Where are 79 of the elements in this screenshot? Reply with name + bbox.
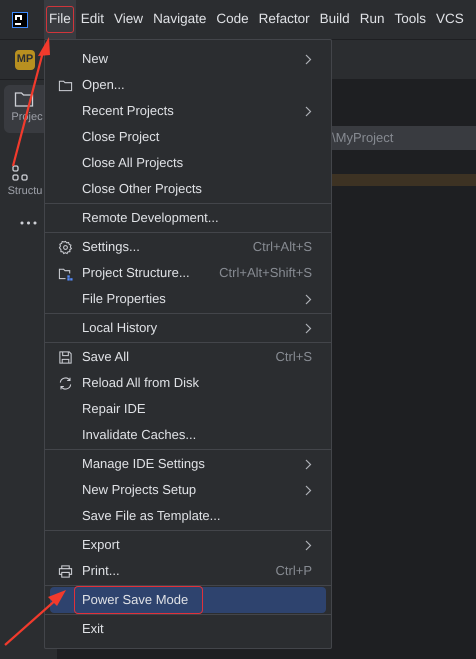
menu-item[interactable]: Save File as Template...: [50, 503, 326, 529]
menu-item-label: File Properties: [82, 290, 166, 308]
menu-item-label: Repair IDE: [82, 400, 146, 418]
menu-title: VCS: [434, 10, 465, 28]
menu-bar-item[interactable]: Navigate: [148, 0, 212, 39]
menu-item-label: Export: [82, 536, 120, 554]
menu-item[interactable]: Settings... Ctrl+Alt+S: [50, 234, 326, 260]
shortcut-text: Ctrl+Alt+S: [252, 238, 312, 256]
menu-item-label: Power Save Mode: [75, 587, 202, 613]
menu-bar-item[interactable]: Edit: [76, 0, 110, 39]
menu-item[interactable]: Print... Ctrl+P: [50, 558, 326, 584]
more-icon: [20, 221, 37, 225]
menu-item[interactable]: Save All Ctrl+S: [50, 344, 326, 370]
menu-bar-item[interactable]: Refactor: [254, 0, 315, 39]
menu-item[interactable]: Recent Projects: [50, 98, 326, 124]
menu-item-label: Save File as Template...: [82, 507, 220, 526]
project-badge: MP: [15, 50, 35, 70]
menu-item[interactable]: Remote Development...: [50, 205, 326, 231]
menu-item-label: Close All Projects: [82, 154, 184, 172]
menu-bar-item[interactable]: Run: [354, 0, 390, 39]
app-logo-icon: [12, 12, 28, 28]
structure-icon: [11, 164, 29, 182]
menu-item-label: Settings...: [82, 238, 140, 256]
menu-title: Edit: [80, 10, 106, 28]
menu-item[interactable]: Reload All from Disk: [50, 370, 326, 396]
tool-window-label: Structu: [8, 184, 42, 199]
menu-item-label: Remote Development...: [82, 209, 219, 228]
menu-item-label: New Projects Setup: [82, 481, 196, 500]
menu-item[interactable]: New Projects Setup: [50, 477, 326, 503]
menu-title: Navigate: [152, 10, 208, 28]
menu-title: Refactor: [258, 10, 311, 28]
menu-bar-item[interactable]: View: [109, 0, 148, 39]
menu-item[interactable]: Repair IDE: [50, 396, 326, 422]
menu-title: Tools: [393, 10, 427, 28]
printer-icon: [58, 564, 73, 578]
menu-item-label: Close Project: [82, 128, 160, 146]
menu-title: Run: [358, 10, 386, 28]
menu-item[interactable]: Open...: [50, 72, 326, 98]
reload-icon: [58, 376, 73, 390]
menu-item-label: Project Structure...: [82, 264, 190, 282]
menu-item[interactable]: Close Other Projects: [50, 176, 326, 202]
tool-window-button[interactable]: Structu: [0, 159, 40, 207]
menu-bar-item[interactable]: Build: [314, 0, 355, 39]
menu-item-label: Local History: [82, 319, 158, 338]
menu-item[interactable]: Manage IDE Settings: [50, 451, 326, 477]
menu-item[interactable]: Export: [50, 532, 326, 558]
menu-item[interactable]: File Properties: [50, 286, 326, 312]
menu-title: View: [113, 10, 144, 28]
menu-item-label: Save All: [82, 348, 129, 366]
menu-bar-item[interactable]: VCS: [430, 0, 469, 39]
menu-bar-item[interactable]: Code: [211, 0, 254, 39]
menu-item-label: Exit: [82, 620, 104, 638]
menu-item[interactable]: New: [50, 46, 326, 72]
menu-item-label: Close Other Projects: [82, 180, 202, 198]
menu-title: Build: [318, 10, 351, 28]
menu-title: File: [47, 7, 73, 32]
annotation-arrow: [4, 590, 66, 646]
menu-item-label: Recent Projects: [82, 102, 174, 120]
menu-item[interactable]: Close Project: [50, 124, 326, 150]
menu-item[interactable]: Local History: [50, 315, 326, 341]
menu-item[interactable]: Close All Projects: [50, 150, 326, 176]
menu-bar-item[interactable]: Tools: [389, 0, 431, 39]
shortcut-text: Ctrl+S: [276, 348, 312, 366]
settings-icon: [58, 240, 73, 254]
menu-item[interactable]: Exit: [50, 616, 326, 642]
menu-item[interactable]: Invalidate Caches...: [50, 422, 326, 448]
menu-item-label: Reload All from Disk: [82, 374, 200, 392]
folder-icon: [14, 90, 34, 108]
shortcut-text: Ctrl+Alt+Shift+S: [219, 264, 312, 282]
menu-item-label: Manage IDE Settings: [82, 455, 205, 474]
menu-item-label: Invalidate Caches...: [82, 426, 196, 444]
menu-item-label: Print...: [82, 562, 120, 580]
menu-item-label: New: [82, 50, 108, 68]
menu-item-label: Open...: [82, 76, 125, 94]
menu-bar-item[interactable]: File: [44, 0, 76, 39]
menu-item[interactable]: Power Save Mode: [50, 587, 326, 613]
menu-title: Code: [215, 10, 250, 28]
shortcut-text: Ctrl+P: [276, 562, 312, 580]
menu-item[interactable]: Project Structure... Ctrl+Alt+Shift+S: [50, 260, 326, 286]
